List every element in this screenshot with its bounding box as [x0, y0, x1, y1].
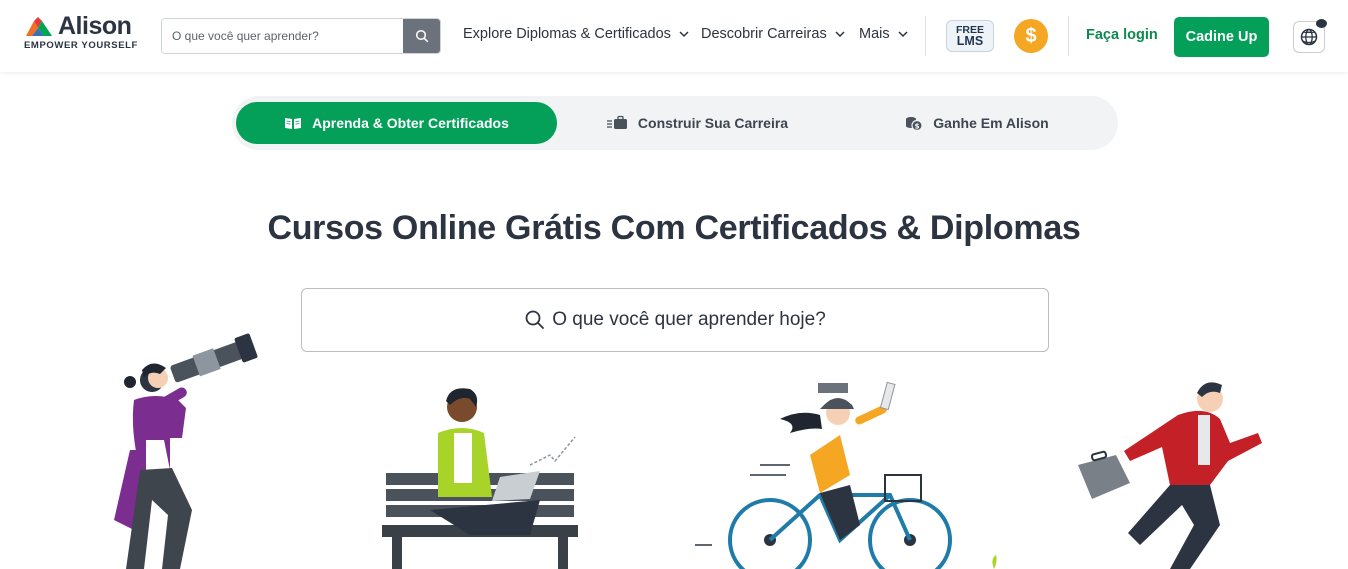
header-search: [161, 18, 441, 54]
top-header: Alison EMPOWER YOURSELF Explore Diplomas…: [0, 0, 1348, 72]
dollar-symbol: $: [1025, 24, 1037, 47]
page-title: Cursos Online Grátis Com Certificados & …: [267, 209, 1081, 247]
alison-logo[interactable]: Alison EMPOWER YOURSELF: [24, 12, 146, 55]
header-divider: [925, 16, 926, 56]
nav-more-label: Mais: [859, 26, 890, 42]
briefcase-icon: [606, 115, 627, 129]
notification-dot: [1316, 19, 1327, 28]
tab-learn-label: Aprenda & Obter Certificados: [312, 115, 509, 131]
nav-careers-label: Descobrir Carreiras: [701, 26, 827, 42]
nav-explore-label: Explore Diplomas & Certificados: [463, 26, 671, 42]
header-search-button[interactable]: [403, 19, 440, 53]
open-book-icon: [285, 118, 302, 129]
signup-button[interactable]: Cadine Up: [1174, 17, 1269, 57]
hero-search-placeholder: O que você quer aprender hoje?: [552, 309, 826, 330]
language-globe-button[interactable]: [1293, 19, 1327, 53]
brand-tagline: EMPOWER YOURSELF: [24, 40, 138, 51]
woman-bicycle-illustration: [695, 381, 952, 569]
hero-search-bar[interactable]: O que você quer aprender hoje?: [301, 288, 1049, 352]
tab-build-career[interactable]: Construir Sua Carreira: [557, 102, 837, 144]
nav-explore-diplomas[interactable]: Explore Diplomas & Certificados: [463, 26, 689, 42]
tab-career-label: Construir Sua Carreira: [637, 115, 789, 131]
search-icon: [525, 310, 545, 329]
chevron-down-icon: [835, 31, 845, 38]
chevron-down-icon: [898, 31, 908, 38]
man-bench-laptop-illustration: [382, 388, 578, 569]
alison-logo-mark-icon: [26, 17, 52, 36]
woman-telescope-illustration: [114, 333, 258, 569]
tab-earn-label: Ganhe Em Alison: [933, 115, 1049, 131]
businessman-running-illustration: [1078, 382, 1262, 569]
header-divider: [1068, 16, 1069, 56]
nav-more[interactable]: Mais: [859, 26, 908, 42]
globe-icon: [1300, 28, 1318, 46]
svg-text:$: $: [915, 123, 920, 131]
nav-discover-careers[interactable]: Descobrir Carreiras: [701, 26, 845, 42]
dollar-coin-icon[interactable]: $: [1014, 19, 1048, 53]
login-link[interactable]: Faça login: [1086, 27, 1158, 43]
plant-leaf-illustration: [992, 555, 997, 569]
tab-earn-alison[interactable]: $ Ganhe Em Alison: [837, 102, 1117, 144]
chevron-down-icon: [679, 31, 689, 38]
free-lms-button[interactable]: FREE LMS: [946, 20, 994, 52]
main-tabs: Aprenda & Obter Certificados Construir S…: [232, 96, 1118, 150]
coins-icon: $: [906, 117, 923, 131]
header-search-input[interactable]: [162, 19, 424, 53]
brand-name: Alison: [58, 12, 132, 40]
tab-learn-certificates[interactable]: Aprenda & Obter Certificados: [236, 102, 557, 144]
free-lms-bottom: LMS: [956, 34, 984, 48]
search-icon: [415, 29, 428, 43]
